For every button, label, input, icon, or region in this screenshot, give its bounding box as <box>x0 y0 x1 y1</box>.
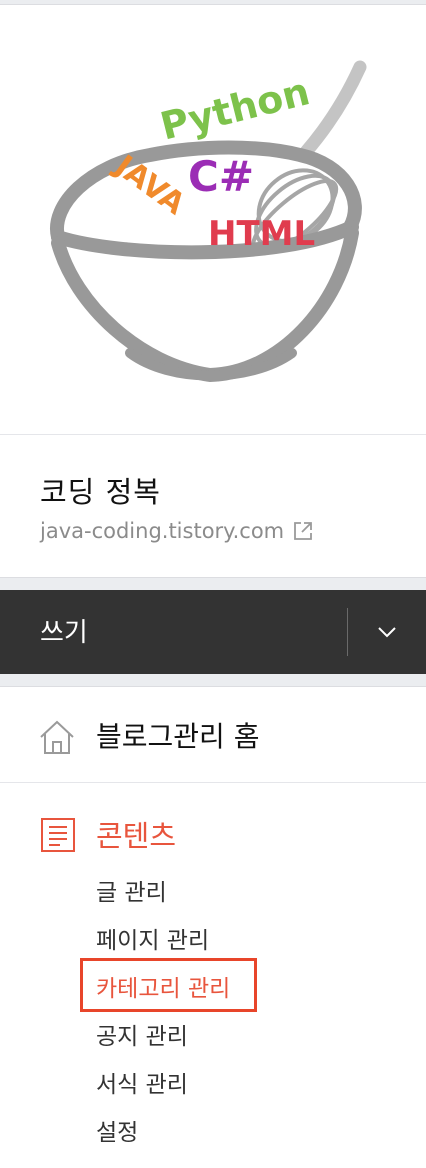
admin-menu: 블로그관리 홈 콘텐츠 글 관리 페이지 관리 카테고리 관리 공지 관리 서식… <box>0 686 426 1168</box>
house-icon <box>40 720 74 754</box>
blog-logo-image[interactable]: Python C# JAVA HTML <box>0 5 426 435</box>
blog-url-text: java-coding.tistory.com <box>40 519 285 543</box>
submenu-item-notice-manage[interactable]: 공지 관리 <box>96 1013 230 1061</box>
submenu-item-settings[interactable]: 설정 <box>96 1109 230 1157</box>
section-title-contents[interactable]: 콘텐츠 <box>96 813 176 855</box>
blog-title[interactable]: 코딩 정복 <box>40 469 161 511</box>
blog-profile-card: Python C# JAVA HTML 코딩 정복 java-coding.ti… <box>0 4 426 578</box>
external-link-icon <box>294 522 313 540</box>
logo-word-csharp: C# <box>188 152 254 201</box>
chevron-down-icon <box>378 627 396 638</box>
contents-submenu: 글 관리 페이지 관리 카테고리 관리 공지 관리 서식 관리 설정 <box>96 869 230 1157</box>
document-list-icon <box>41 818 75 852</box>
logo-word-html: HTML <box>208 214 315 254</box>
menu-item-blog-home[interactable]: 블로그관리 홈 <box>0 687 426 783</box>
submenu-item-template-manage[interactable]: 서식 관리 <box>96 1061 230 1109</box>
menu-item-blog-home-label: 블로그관리 홈 <box>96 720 260 753</box>
bowl-logo-graphic: Python C# JAVA HTML <box>50 60 367 383</box>
blog-url-link[interactable]: java-coding.tistory.com <box>40 519 314 543</box>
submenu-item-post-manage[interactable]: 글 관리 <box>96 869 230 917</box>
logo-word-python: Python <box>156 69 314 148</box>
highlight-box <box>80 958 257 1012</box>
write-button[interactable]: 쓰기 <box>40 612 88 649</box>
write-dropdown-button[interactable] <box>348 590 426 674</box>
write-bar: 쓰기 <box>0 590 426 674</box>
